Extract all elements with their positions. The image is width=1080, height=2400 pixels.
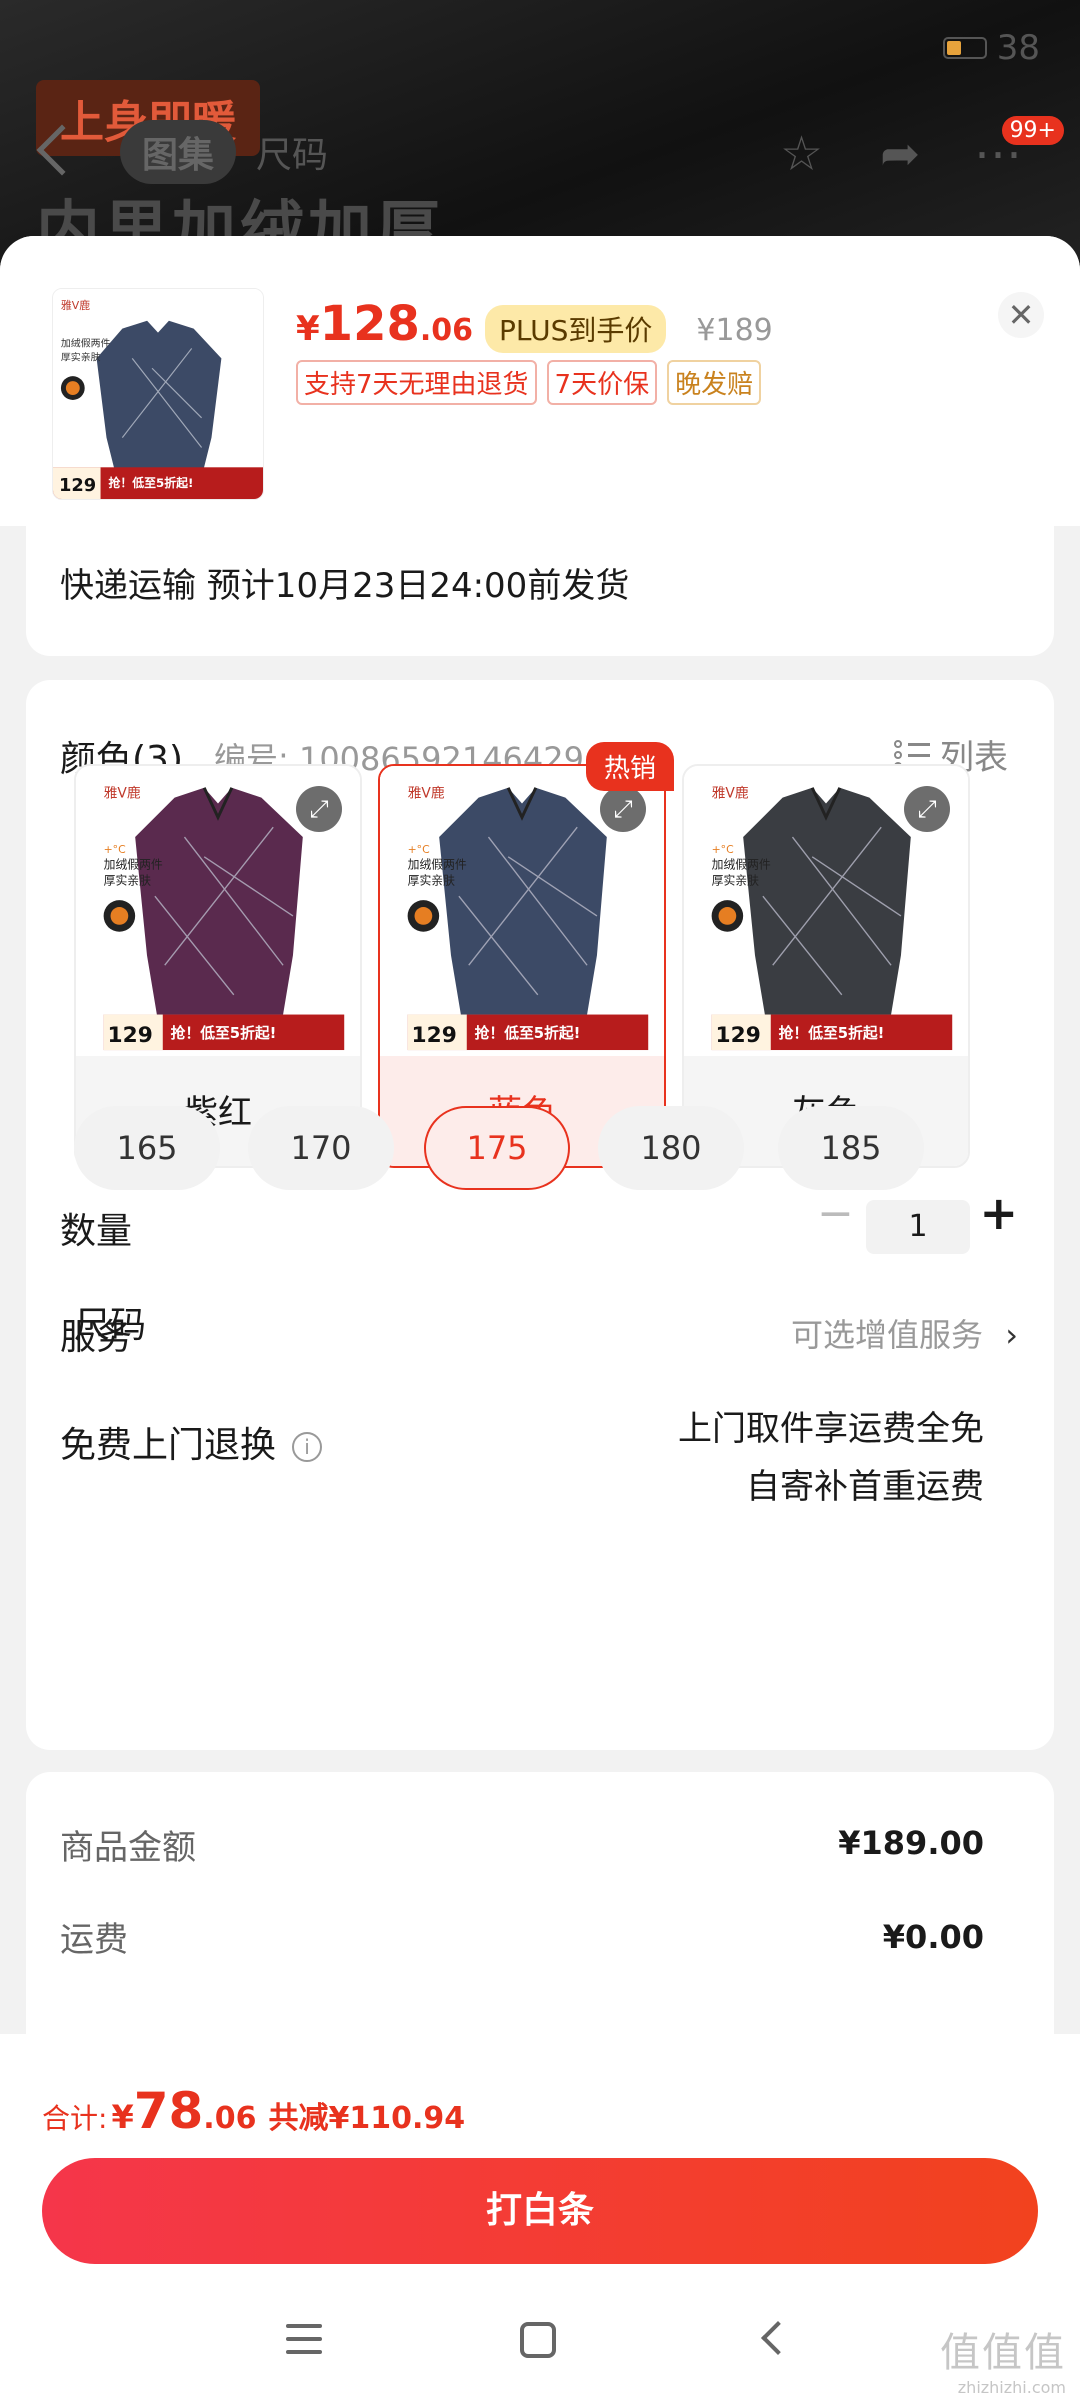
menu-icon[interactable] (286, 2324, 322, 2354)
quantity-input[interactable]: 1 (866, 1200, 970, 1254)
svg-text:雅V鹿: 雅V鹿 (408, 785, 445, 802)
sheet-header: 雅V鹿 加绒假两件 厚实亲肤 129 抢！低至5折起! ¥ 128 .06 PL… (0, 236, 1080, 526)
battery-icon (942, 37, 987, 59)
selection-card: 颜色(3) 编号: 10086592146429 列表 热销 雅V鹿 +°C 加绒假… (26, 680, 1054, 1750)
tag-price-protect: 7天价保 (546, 360, 658, 405)
watermark: 值值值 zhizhizhi.com (940, 2320, 1066, 2397)
size-option-165[interactable]: 165 (74, 1106, 220, 1190)
more-badge: 99+ (1001, 116, 1064, 145)
back-icon[interactable] (36, 124, 88, 176)
product-thumbnail-image: 雅V鹿 加绒假两件 厚实亲肤 129 抢！低至5折起! (53, 289, 263, 499)
info-icon[interactable]: i (292, 1432, 323, 1462)
sku-selector-sheet: 雅V鹿 加绒假两件 厚实亲肤 129 抢！低至5折起! ¥ 128 .06 PL… (0, 236, 1080, 2400)
price-decimal: .06 (419, 313, 474, 348)
watermark-logo: 值值值 (940, 2330, 1066, 2376)
free-return-details: 上门取件享运费全免 自寄补首重运费 (678, 1400, 984, 1516)
svg-text:厚实亲肤: 厚实亲肤 (61, 350, 101, 363)
hot-sale-badge: 热销 (586, 742, 675, 791)
svg-text:厚实亲肤: 厚实亲肤 (104, 873, 151, 887)
status-bar: 38 (942, 28, 1040, 68)
quantity-decrease-button[interactable]: − (817, 1188, 854, 1239)
service-label: 服务 (60, 1317, 133, 1358)
delivery-estimate: 快递运输 预计10月23日24:00前发货 (60, 566, 630, 606)
system-nav-bar: 值值值 zhizhizhi.com (0, 2304, 1080, 2400)
expand-icon[interactable]: ⤢ (904, 786, 950, 832)
original-price: ¥189 (696, 313, 773, 348)
plus-price-tag: PLUS到手价 (485, 305, 667, 353)
svg-text:+°C: +°C (104, 843, 126, 856)
svg-text:厚实亲肤: 厚实亲肤 (712, 873, 759, 887)
return-detail-line: 自寄补首重运费 (746, 1467, 984, 1507)
chevron-right-icon: › (1005, 1316, 1018, 1354)
total-label: 合计: (42, 2102, 108, 2135)
home-icon[interactable] (520, 2322, 556, 2358)
svg-text:抢！低至5折起!: 抢！低至5折起! (779, 1024, 885, 1042)
value-added-service-text: 可选增值服务 (791, 1316, 984, 1354)
size-option-180[interactable]: 180 (598, 1106, 744, 1190)
close-button[interactable]: ✕ (998, 292, 1044, 338)
svg-text:加绒假两件: 加绒假两件 (408, 858, 467, 872)
svg-text:129: 129 (59, 475, 96, 496)
svg-text:129: 129 (108, 1023, 153, 1048)
thumb-brand: 雅V鹿 (61, 298, 90, 312)
shipping-fee-label: 运费 (60, 1920, 128, 1960)
pay-with-baitiao-button[interactable]: 打白条 (42, 2158, 1038, 2264)
expand-icon[interactable]: ⤢ (296, 786, 342, 832)
size-option-175[interactable]: 175 (424, 1106, 570, 1190)
quantity-label: 数量 (60, 1211, 133, 1252)
price-row: ¥ 128 .06 PLUS到手价 ¥189 (296, 296, 773, 353)
star-icon[interactable]: ☆ (780, 126, 823, 182)
quantity-increase-button[interactable]: + (979, 1186, 1018, 1240)
free-return-label: 免费上门退换 i (60, 1416, 323, 1468)
tab-gallery[interactable]: 图集 (120, 120, 237, 184)
svg-text:加绒假两件: 加绒假两件 (104, 858, 163, 872)
product-thumbnail[interactable]: 雅V鹿 加绒假两件 厚实亲肤 129 抢！低至5折起! (52, 288, 264, 500)
shipping-fee-value: ¥0.00 (882, 1918, 984, 1956)
price-integer: 128 (319, 296, 420, 352)
background-product-page: 38 上身即暖 内里加绒加厚 图集 尺码 ☆ ➦ ⋯ 99+ (0, 0, 1080, 269)
goods-amount-label: 商品金额 (60, 1828, 196, 1868)
svg-text:雅V鹿: 雅V鹿 (712, 785, 749, 802)
svg-text:加绒假两件: 加绒假两件 (61, 336, 111, 349)
watermark-url: zhizhizhi.com (957, 2378, 1066, 2397)
close-icon: ✕ (1007, 296, 1035, 334)
svg-text:129: 129 (716, 1023, 761, 1048)
total-decimal: .06 (203, 2101, 257, 2136)
svg-text:厚实亲肤: 厚实亲肤 (408, 873, 455, 887)
return-detail-line: 上门取件享运费全免 (678, 1409, 984, 1449)
checkout-footer: 合计: ¥ 78 .06 共减¥110.94 打白条 值值值 zhizhizhi… (0, 2034, 1080, 2400)
size-option-170[interactable]: 170 (248, 1106, 394, 1190)
total-saving: 共减¥110.94 (268, 2101, 466, 2136)
value-added-service-link[interactable]: 可选增值服务 › (791, 1310, 1018, 1356)
size-option-185[interactable]: 185 (778, 1106, 924, 1190)
battery-level: 38 (996, 28, 1040, 68)
product-nav-bar: 图集 尺码 ☆ ➦ ⋯ 99+ (0, 116, 1080, 200)
svg-text:+°C: +°C (712, 843, 734, 856)
expand-icon[interactable]: ⤢ (600, 786, 646, 832)
svg-text:加绒假两件: 加绒假两件 (712, 858, 771, 872)
free-return-text: 免费上门退换 (60, 1425, 277, 1466)
share-icon[interactable]: ➦ (880, 126, 920, 182)
tab-size[interactable]: 尺码 (256, 126, 328, 178)
tag-7day-return: 支持7天无理由退货 (296, 360, 537, 405)
tag-late-compensation: 晚发赔 (667, 360, 762, 405)
system-back-icon[interactable] (761, 2321, 795, 2355)
svg-text:抢！低至5折起!: 抢！低至5折起! (108, 476, 193, 490)
svg-text:抢！低至5折起!: 抢！低至5折起! (171, 1024, 277, 1042)
svg-text:+°C: +°C (408, 843, 430, 856)
svg-text:抢！低至5折起!: 抢！低至5折起! (475, 1024, 581, 1042)
svg-text:雅V鹿: 雅V鹿 (104, 785, 141, 802)
svg-text:129: 129 (412, 1023, 457, 1048)
order-total: 合计: ¥ 78 .06 共减¥110.94 (42, 2082, 465, 2140)
price-symbol: ¥ (296, 309, 320, 349)
total-symbol: ¥ (111, 2098, 134, 2136)
goods-amount-value: ¥189.00 (838, 1824, 984, 1862)
total-integer: 78 (133, 2082, 204, 2140)
service-tags: 支持7天无理由退货 7天价保 晚发赔 (296, 360, 762, 405)
